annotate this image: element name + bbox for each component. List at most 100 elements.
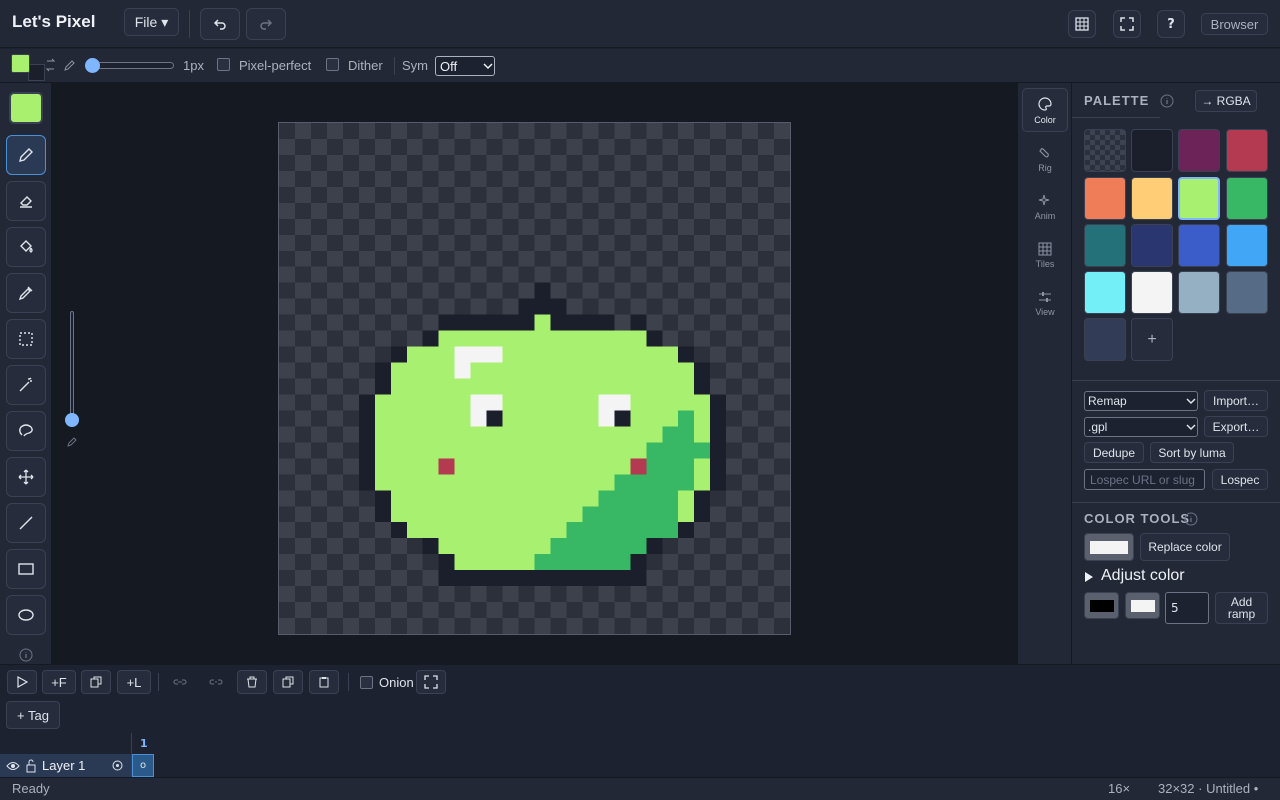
lasso-tool-button[interactable]	[6, 411, 46, 451]
ramp-end-swatch[interactable]	[1125, 592, 1160, 619]
unlink-cels-button[interactable]	[201, 670, 231, 694]
info-icon[interactable]	[1184, 512, 1198, 526]
delete-frame-button[interactable]	[237, 670, 267, 694]
move-tool-button[interactable]	[6, 457, 46, 497]
palette-swatch[interactable]	[1131, 129, 1173, 172]
tab-tiles-label: Tiles	[1035, 258, 1055, 269]
pencil-tool-button[interactable]	[6, 135, 46, 175]
sort-by-luma-button[interactable]: Sort by luma	[1150, 442, 1234, 463]
magic-wand-icon	[19, 377, 32, 392]
chevron-down-icon	[1186, 424, 1196, 431]
duplicate-frame-button[interactable]	[81, 670, 111, 694]
ramp-start-swatch[interactable]	[1084, 592, 1119, 619]
pixel-art[interactable]	[279, 123, 790, 634]
import-button[interactable]: Import…	[1204, 390, 1268, 411]
sprite-canvas[interactable]	[278, 122, 791, 635]
layer-row[interactable]: Layer 1	[0, 754, 131, 777]
info-icon[interactable]	[1160, 94, 1174, 108]
expand-timeline-button[interactable]	[416, 670, 446, 694]
dither-checkbox[interactable]	[326, 58, 339, 71]
palette-swatch[interactable]	[1226, 177, 1268, 220]
ellipse-tool-button[interactable]	[6, 595, 46, 635]
unlock-icon[interactable]	[25, 759, 37, 773]
add-tag-button[interactable]: + Tag	[6, 701, 60, 729]
palette-swatch[interactable]	[1131, 271, 1173, 314]
onion-skin-checkbox[interactable]	[360, 676, 373, 689]
zoom-slider[interactable]	[70, 311, 74, 421]
browser-button[interactable]: Browser	[1201, 13, 1268, 35]
rectangle-tool-button[interactable]	[6, 549, 46, 589]
paste-cel-button[interactable]	[309, 670, 339, 694]
palette-swatch[interactable]	[1084, 271, 1126, 314]
layer-name[interactable]: Layer 1	[42, 758, 85, 773]
lospec-input[interactable]: Lospec URL or slug	[1084, 469, 1205, 490]
tab-color[interactable]: Color	[1022, 88, 1068, 132]
grid-toggle-button[interactable]	[1068, 10, 1096, 38]
brush-options-bar: 1px Pixel-perfect Dither Sym Off	[0, 49, 1280, 83]
layer-settings-icon[interactable]	[111, 759, 124, 772]
current-color-swatch[interactable]	[9, 92, 43, 124]
zoom-slider-thumb[interactable]	[65, 413, 79, 427]
symmetry-select[interactable]: Off	[435, 56, 495, 76]
tab-tiles[interactable]: Tiles	[1022, 233, 1068, 277]
add-frame-button[interactable]: +F	[42, 670, 76, 694]
add-layer-button[interactable]: +L	[117, 670, 151, 694]
pencil-icon	[19, 148, 33, 162]
eraser-tool-button[interactable]	[6, 181, 46, 221]
copy-cel-button[interactable]	[273, 670, 303, 694]
primary-color-swatch[interactable]	[11, 54, 30, 73]
palette-swatch[interactable]	[1178, 271, 1220, 314]
format-select[interactable]: .gpl	[1084, 417, 1198, 437]
palette-swatch[interactable]	[1178, 224, 1220, 267]
palette-swatch[interactable]	[1178, 129, 1220, 172]
eye-icon[interactable]	[6, 760, 20, 772]
palette-swatch[interactable]	[1084, 129, 1126, 172]
palette-swatch[interactable]	[1131, 224, 1173, 267]
tab-anim[interactable]: Anim	[1022, 185, 1068, 229]
pixel-perfect-checkbox[interactable]	[217, 58, 230, 71]
line-tool-button[interactable]	[6, 503, 46, 543]
redo-button[interactable]	[246, 8, 286, 40]
cel-frame-1[interactable]: o	[132, 754, 154, 777]
palette-swatch[interactable]	[1226, 129, 1268, 172]
palette-swatch[interactable]	[1226, 271, 1268, 314]
brush-size-slider-thumb[interactable]	[85, 58, 100, 73]
fullscreen-button[interactable]	[1113, 10, 1141, 38]
brush-size-value: 1px	[183, 58, 204, 73]
magic-wand-tool-button[interactable]	[6, 365, 46, 405]
palette-swatch[interactable]	[1084, 318, 1126, 361]
replace-color-swatch[interactable]	[1084, 533, 1134, 561]
fill-tool-button[interactable]	[6, 227, 46, 267]
file-menu-button[interactable]: File ▾	[124, 8, 179, 36]
info-icon[interactable]	[19, 648, 33, 662]
dedupe-button[interactable]: Dedupe	[1084, 442, 1144, 463]
frame-number[interactable]: 1	[140, 737, 148, 750]
adjust-color-toggle[interactable]: Adjust color	[1101, 567, 1185, 585]
undo-button[interactable]	[200, 8, 240, 40]
play-button[interactable]	[7, 670, 37, 694]
lospec-button[interactable]: Lospec	[1212, 469, 1268, 490]
palette-swatch[interactable]	[1084, 224, 1126, 267]
brush-size-slider[interactable]	[88, 62, 174, 69]
export-button[interactable]: Export…	[1204, 416, 1268, 437]
replace-color-button[interactable]: Replace color	[1140, 533, 1230, 561]
palette-swatch[interactable]	[1084, 177, 1126, 220]
symmetry-label: Sym	[402, 58, 428, 73]
swap-colors-icon[interactable]	[45, 58, 56, 72]
remap-select[interactable]: Remap	[1084, 391, 1198, 411]
add-swatch-button[interactable]: +	[1131, 318, 1173, 361]
link-cels-button[interactable]	[165, 670, 195, 694]
tab-view[interactable]: View	[1022, 281, 1068, 325]
rgba-export-button[interactable]: → RGBA	[1195, 90, 1257, 112]
add-ramp-button[interactable]: Add ramp	[1215, 592, 1268, 624]
ramp-steps-input[interactable]: 5	[1165, 592, 1209, 624]
help-button[interactable]: ?	[1157, 10, 1185, 38]
eyedropper-tool-button[interactable]	[6, 273, 46, 313]
select-rect-tool-button[interactable]	[6, 319, 46, 359]
secondary-color-swatch[interactable]	[28, 64, 45, 81]
tab-rig[interactable]: Rig	[1022, 137, 1068, 181]
palette-swatch[interactable]	[1226, 224, 1268, 267]
palette-swatch[interactable]	[1178, 177, 1220, 220]
caret-right-icon[interactable]	[1084, 571, 1094, 583]
palette-swatch[interactable]	[1131, 177, 1173, 220]
